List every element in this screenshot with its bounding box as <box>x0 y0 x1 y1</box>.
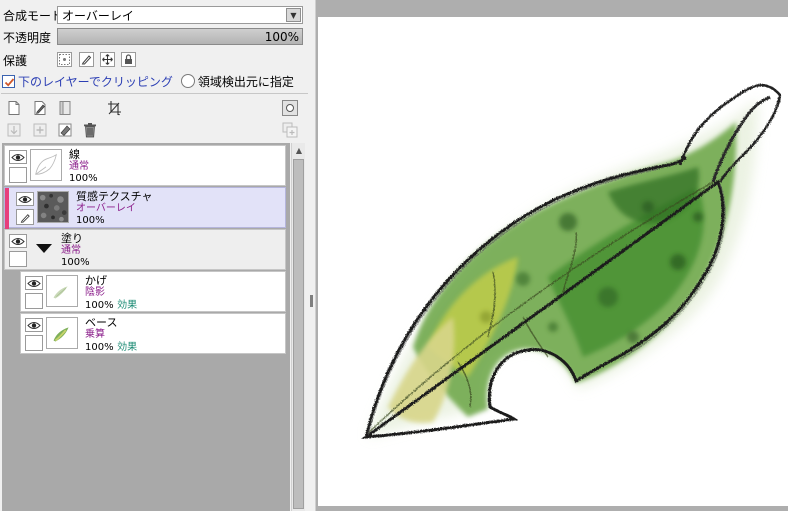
record-icon[interactable] <box>281 99 299 117</box>
layer-opacity: 100% <box>85 300 114 311</box>
layer-mode: 通常 <box>69 161 89 172</box>
layer-thumbnail <box>46 317 78 349</box>
blend-mode-value: オーバーレイ <box>62 8 134 23</box>
trash-icon[interactable] <box>81 121 99 139</box>
blend-mode-select[interactable]: オーバーレイ ▼ <box>57 6 303 24</box>
layer-stats: 100% 効果 <box>85 299 137 311</box>
layer-opacity: 100% <box>85 342 114 353</box>
layer-opacity: 100% <box>61 257 90 268</box>
merge-visible-icon[interactable] <box>281 121 299 139</box>
layer-mode: オーバーレイ <box>76 203 136 214</box>
transfer-down-icon[interactable] <box>5 121 23 139</box>
scroll-up-icon[interactable]: ▲ <box>292 143 306 157</box>
layer-mode: 陰影 <box>85 287 105 298</box>
layer-mode: 通常 <box>61 245 81 256</box>
layer-effect: 効果 <box>117 342 138 353</box>
layer-item[interactable]: ベース 乗算 100% 効果 <box>20 313 286 354</box>
layer-opacity: 100% <box>69 173 98 184</box>
clip-checkbox[interactable] <box>2 74 15 88</box>
pen-protect-icon[interactable] <box>79 52 94 67</box>
move-protect-icon[interactable] <box>100 52 115 67</box>
eye-icon[interactable] <box>16 192 34 206</box>
layer-thumbnail <box>30 149 62 181</box>
selected-layer-marker <box>5 188 9 229</box>
layer-name: ベース <box>85 316 118 329</box>
layer-name: かげ <box>85 274 107 287</box>
leaf-illustration <box>360 83 782 439</box>
layer-stats: 100% 効果 <box>85 341 137 353</box>
merge-icon[interactable] <box>31 121 49 139</box>
area-source-label[interactable]: 領域検出元に指定 <box>198 73 294 90</box>
clip-row: 下のレイヤーでクリッピング 領域検出元に指定 <box>0 72 294 90</box>
layer-thumbnail <box>37 191 69 223</box>
blend-mode-label: 合成モード <box>3 8 64 23</box>
clip-label[interactable]: 下のレイヤーでクリッピング <box>18 73 173 90</box>
eye-icon[interactable] <box>9 234 27 248</box>
check-icon <box>4 77 15 87</box>
layer-name: 質感テクスチャ <box>76 190 153 203</box>
eye-icon[interactable] <box>25 318 43 332</box>
protect-row: 保護 <box>0 50 27 70</box>
layer-item[interactable]: かげ 陰影 100% 効果 <box>20 271 286 312</box>
folder-expand-icon[interactable] <box>36 243 52 257</box>
eye-icon[interactable] <box>9 150 27 164</box>
opacity-label: 不透明度 <box>3 30 52 45</box>
transform-icon[interactable] <box>105 99 123 117</box>
canvas[interactable] <box>318 17 788 506</box>
pencil-icon[interactable] <box>16 209 34 225</box>
panel-splitter[interactable] <box>308 0 316 511</box>
layer-panel: 合成モード オーバーレイ ▼ 不透明度 100% 保護 下のレイヤーでクリッピン… <box>0 0 308 511</box>
area-source-radio[interactable] <box>180 74 195 88</box>
clear-icon[interactable] <box>56 121 74 139</box>
protect-label: 保護 <box>3 53 28 68</box>
layer-list: 線 通常 100% 質感テクスチャ オーバーレイ 100% 塗り 通常 100%… <box>2 143 290 511</box>
layer-sub-box[interactable] <box>9 167 27 183</box>
transparency-protect-icon[interactable] <box>57 52 72 67</box>
layer-folder[interactable]: 塗り 通常 100% <box>4 229 286 270</box>
chevron-down-icon[interactable]: ▼ <box>286 8 301 22</box>
layer-sub-box[interactable] <box>25 293 43 309</box>
divider <box>1 93 308 94</box>
blend-mode-row: 合成モード <box>0 5 63 25</box>
layer-list-scrollbar[interactable]: ▲ <box>291 143 305 511</box>
layer-name: 線 <box>69 148 80 161</box>
opacity-value: 100% <box>264 30 299 44</box>
layer-name: 塗り <box>61 232 83 245</box>
opacity-row: 不透明度 <box>0 27 51 47</box>
layer-sub-box[interactable] <box>25 335 43 351</box>
layer-effect: 効果 <box>117 300 138 311</box>
layer-mode: 乗算 <box>85 329 105 340</box>
canvas-area[interactable] <box>316 0 788 511</box>
splitter-grip[interactable] <box>310 295 313 307</box>
scroll-thumb[interactable] <box>293 159 304 509</box>
eye-icon[interactable] <box>25 276 43 290</box>
layer-item-selected[interactable]: 質感テクスチャ オーバーレイ 100% <box>4 187 286 229</box>
lock-icon[interactable] <box>121 52 136 67</box>
opacity-slider[interactable]: 100% <box>57 28 303 45</box>
layer-opacity: 100% <box>76 215 105 226</box>
new-layer-icon[interactable] <box>5 99 23 117</box>
pen-layer-icon[interactable] <box>31 99 49 117</box>
layer-item[interactable]: 線 通常 100% <box>4 145 286 186</box>
layer-thumbnail <box>46 275 78 307</box>
layer-sub-box[interactable] <box>9 251 27 267</box>
folder-icon[interactable] <box>56 99 74 117</box>
